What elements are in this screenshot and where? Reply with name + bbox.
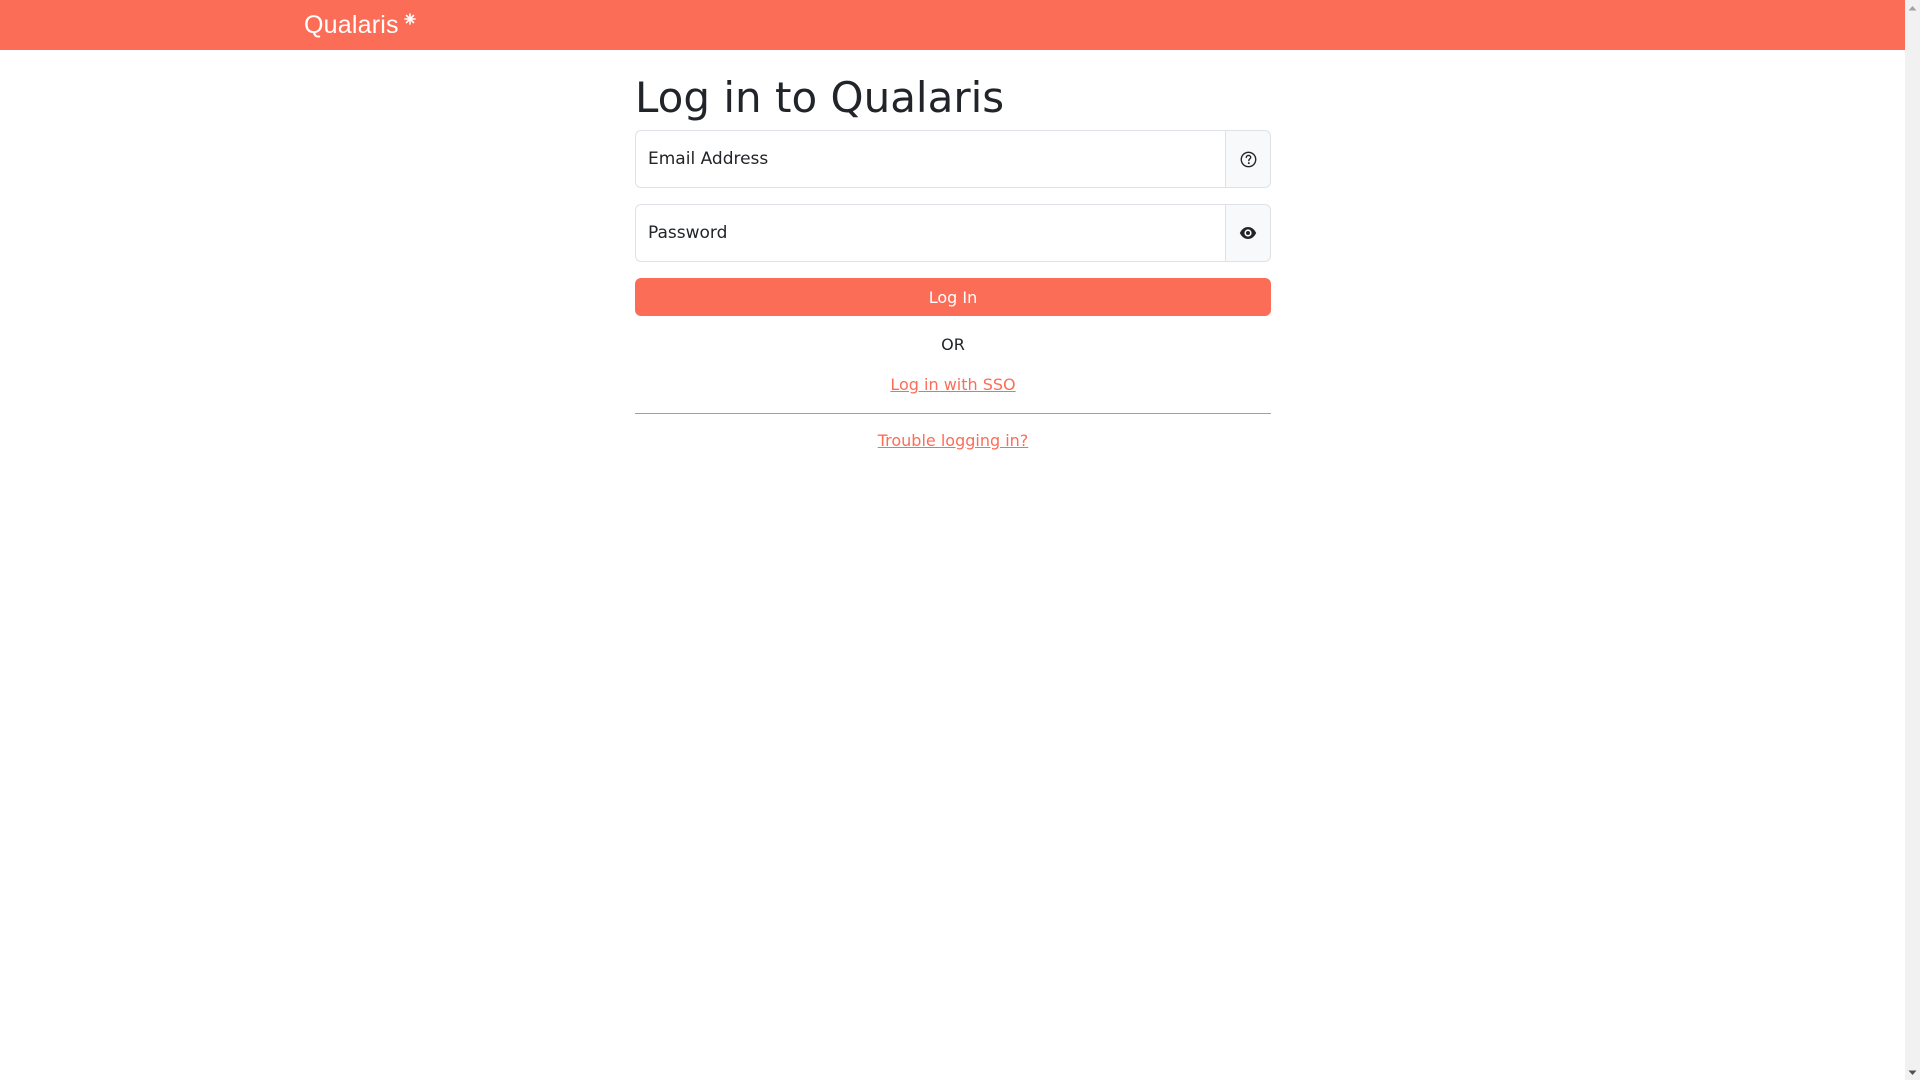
- scroll-up-arrow-icon[interactable]: [1905, 0, 1920, 15]
- brand-logo[interactable]: Qualaris: [304, 0, 416, 50]
- password-field[interactable]: [635, 204, 1225, 262]
- asterisk-icon: [403, 13, 416, 25]
- browser-viewport: Qualaris Log in to Qualaris Email Addres…: [0, 0, 1920, 1080]
- trouble-logging-in-link[interactable]: Trouble logging in?: [878, 431, 1029, 450]
- login-form: Log in to Qualaris Email Address Log In …: [635, 68, 1271, 451]
- trouble-link-wrap: Trouble logging in?: [635, 431, 1271, 451]
- question-circle-icon: [1240, 151, 1257, 168]
- scroll-down-arrow-icon[interactable]: [1905, 1065, 1920, 1080]
- divider: [635, 413, 1271, 414]
- page-content: Qualaris Log in to Qualaris Email Addres…: [0, 0, 1905, 1080]
- email-help-button[interactable]: [1225, 130, 1271, 188]
- vertical-scrollbar[interactable]: [1905, 0, 1920, 1080]
- eye-icon: [1239, 226, 1257, 240]
- sso-login-link[interactable]: Log in with SSO: [890, 375, 1015, 394]
- login-button[interactable]: Log In: [635, 278, 1271, 316]
- email-input-group: [635, 130, 1271, 188]
- brand-name: Qualaris: [304, 10, 399, 39]
- sso-link-wrap: Log in with SSO: [635, 375, 1271, 395]
- password-input-group: [635, 204, 1271, 262]
- page-title: Log in to Qualaris: [635, 73, 1005, 122]
- top-navbar: Qualaris: [0, 0, 1905, 50]
- or-separator: OR: [941, 335, 965, 354]
- toggle-password-visibility-button[interactable]: [1225, 204, 1271, 262]
- email-field[interactable]: [635, 130, 1225, 188]
